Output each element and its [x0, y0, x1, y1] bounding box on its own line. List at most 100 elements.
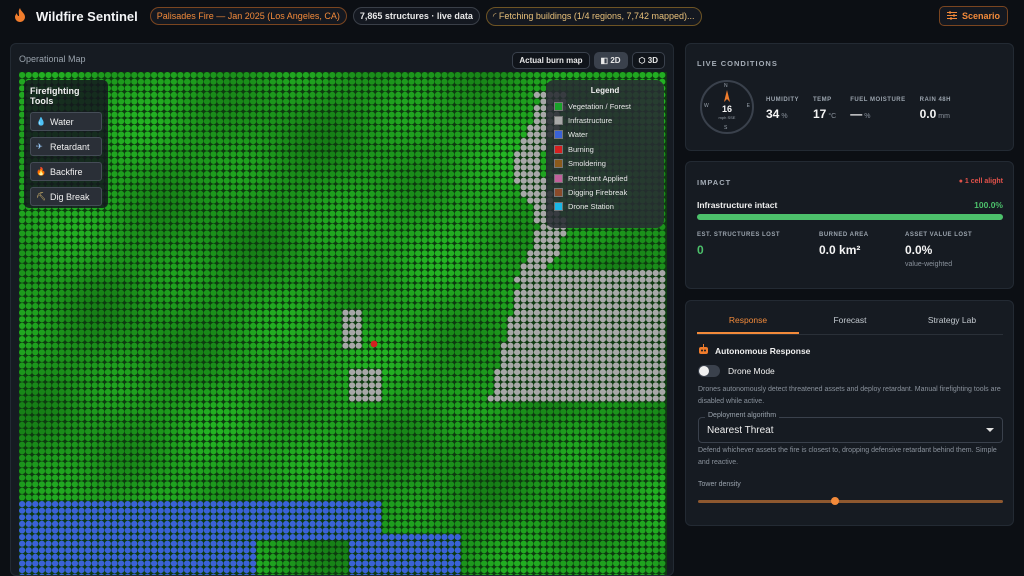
map-cell — [527, 237, 534, 244]
map-cell — [25, 322, 32, 329]
map-cell — [151, 184, 158, 191]
map-cell — [474, 289, 481, 296]
map-cell — [362, 303, 369, 310]
map-cell — [540, 355, 547, 362]
map-cell — [500, 85, 507, 92]
map-cell — [118, 362, 125, 369]
map-cell — [355, 349, 362, 356]
map-cell — [454, 223, 461, 230]
map-cell — [527, 105, 534, 112]
map-cell — [342, 382, 349, 389]
map-cell — [302, 164, 309, 171]
map-cell — [573, 289, 580, 296]
map-cell — [514, 91, 521, 98]
map-cell — [421, 388, 428, 395]
map-cell — [19, 256, 26, 263]
map-cell — [157, 250, 164, 257]
map-cell — [395, 118, 402, 125]
map-cell — [382, 105, 389, 112]
map-cell — [401, 256, 408, 263]
map-cell — [461, 111, 468, 118]
map-cell — [124, 197, 131, 204]
map-cell — [25, 223, 32, 230]
map-cell — [184, 375, 191, 382]
map-cell — [362, 283, 369, 290]
map-cell — [124, 388, 131, 395]
map-cell — [599, 329, 607, 336]
map-cell — [217, 362, 224, 369]
map-cell — [164, 296, 171, 303]
map-cell — [434, 204, 441, 211]
map-cell — [520, 342, 527, 349]
view-2d-button[interactable]: ◧ 2D — [593, 52, 628, 69]
map-cell — [71, 230, 78, 237]
map-cell — [131, 138, 138, 145]
map-cell — [256, 190, 263, 197]
map-cell — [421, 342, 428, 349]
map-cell — [236, 349, 243, 356]
map-cell — [428, 124, 435, 131]
map-cell — [256, 131, 263, 138]
map-cell — [599, 270, 607, 277]
map-cell — [111, 131, 118, 138]
view-3d-button[interactable]: ⬡ 3D — [631, 52, 665, 69]
map-cell — [481, 322, 488, 329]
map-cell — [269, 263, 276, 270]
map-cell — [448, 190, 455, 197]
map-cell — [388, 322, 395, 329]
map-cell — [137, 388, 144, 395]
map-cell — [500, 289, 507, 296]
map-cell — [25, 237, 32, 244]
map-cell — [269, 322, 276, 329]
map-cell — [533, 276, 541, 283]
map-cell — [309, 78, 316, 85]
map-cell — [98, 388, 105, 395]
map-cell — [203, 250, 210, 257]
map-cell — [487, 329, 494, 336]
map-cell — [118, 223, 125, 230]
map-cell — [566, 322, 574, 329]
map-cell — [217, 138, 224, 145]
map-cell — [533, 256, 541, 263]
map-cell — [243, 342, 250, 349]
map-cell — [250, 210, 257, 217]
map-cell — [342, 78, 349, 85]
map-cell — [652, 270, 659, 277]
map-cell — [408, 322, 415, 329]
map-cell — [481, 355, 488, 362]
map-cell — [269, 309, 276, 316]
map-cell — [111, 336, 118, 343]
scenario-button[interactable]: Scenario — [938, 6, 1008, 26]
map-cell — [368, 210, 375, 217]
map-cell — [441, 276, 448, 283]
map-cell — [263, 85, 270, 92]
map-cell — [487, 250, 494, 257]
map-cell — [276, 91, 283, 98]
map-cell — [157, 151, 164, 158]
map-cell — [256, 270, 263, 277]
map-cell — [223, 382, 230, 389]
map-cell — [316, 237, 323, 244]
map-cell — [441, 355, 448, 362]
map-cell — [111, 217, 118, 224]
map-cell — [210, 118, 217, 125]
actual-burn-map-button[interactable]: Actual burn map — [512, 52, 590, 69]
map-cell — [302, 223, 309, 230]
fire-scenario-pill[interactable]: Palisades Fire — Jan 2025 (Los Angeles, … — [149, 7, 347, 25]
map-cell — [533, 144, 541, 151]
map-cell — [144, 375, 151, 382]
map-cell — [355, 144, 362, 151]
map-cell — [151, 157, 158, 164]
map-cell — [428, 164, 435, 171]
map-cell — [527, 349, 534, 356]
map-cell — [250, 190, 257, 197]
map-cell — [467, 118, 474, 125]
map-cell — [58, 388, 65, 395]
map-cell — [474, 204, 481, 211]
map-cell — [573, 355, 580, 362]
map-cell — [230, 98, 237, 105]
map-cell — [606, 336, 613, 343]
map-cell — [177, 256, 184, 263]
map-cell — [210, 138, 217, 145]
map-cell — [38, 243, 45, 250]
